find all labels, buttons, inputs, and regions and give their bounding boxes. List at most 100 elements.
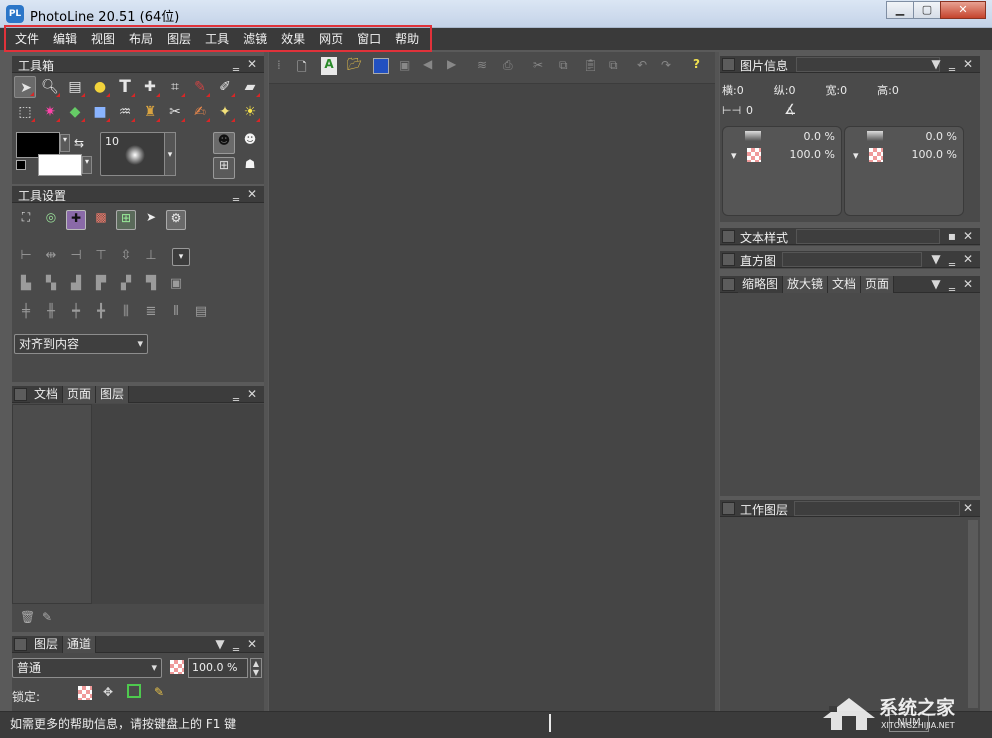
smudge-tool-icon[interactable]: ♒ (114, 101, 136, 123)
back-icon[interactable]: ◀ (423, 57, 432, 71)
zoom-tool-icon[interactable]: 🔍︎ (39, 76, 61, 98)
path-tool-icon[interactable]: ✚ (139, 76, 161, 98)
maximize-button[interactable]: ▢ (913, 1, 941, 19)
align-left-icon[interactable]: ⊢ (16, 248, 36, 268)
distribute-top-icon[interactable]: ▛ (91, 276, 111, 296)
opacity-stepper[interactable]: ▲ ▼ (250, 658, 262, 678)
dodge-tool-icon[interactable]: ✦ (214, 101, 236, 123)
panel-grip[interactable] (722, 230, 735, 243)
gear-icon[interactable]: ⚙ (166, 210, 186, 230)
equal-h-icon[interactable]: ⫼ (116, 304, 136, 324)
close-icon[interactable]: ✕ (244, 636, 260, 652)
panel-grip[interactable] (14, 388, 27, 401)
blend-mode-select[interactable]: 普通 (12, 658, 162, 678)
tab-document[interactable]: 文档 (30, 386, 64, 403)
help-pointer-icon[interactable]: ? (693, 57, 700, 71)
minimize-icon[interactable]: ‗ (228, 186, 244, 202)
minimize-icon[interactable]: ‗ (228, 636, 244, 652)
default-colors-icon[interactable] (16, 160, 26, 170)
equal-v-icon[interactable]: ≣ (141, 304, 161, 324)
transform-icon[interactable]: ⛶ (16, 210, 36, 230)
minimize-button[interactable]: ▁ (886, 1, 914, 19)
close-icon[interactable]: ✕ (960, 500, 976, 516)
align-top-icon[interactable]: ⊤ (91, 248, 111, 268)
panel-grip[interactable] (722, 58, 735, 71)
fullscreen-mode-icon[interactable]: ☗ (239, 157, 261, 179)
tab-layers[interactable]: 图层 (30, 636, 64, 653)
close-icon[interactable]: ✕ (960, 228, 976, 244)
close-button[interactable]: ✕ (940, 1, 986, 19)
panel-grip[interactable] (722, 278, 735, 291)
light-tool-icon[interactable]: ☀ (239, 101, 261, 123)
left-splitter[interactable] (264, 52, 268, 711)
lock-position-icon[interactable]: ✥ (103, 685, 113, 699)
close-icon[interactable]: ✕ (960, 56, 976, 72)
copy-icon[interactable]: ⧉ (559, 58, 568, 73)
swap-colors-icon[interactable]: ⇆ (74, 136, 92, 150)
new-document-icon[interactable]: 🗋 (297, 58, 307, 79)
eraser-tool-icon[interactable]: ▰ (239, 76, 261, 98)
color-card-2[interactable]: 0.0 % ▾ 100.0 % (844, 126, 964, 216)
equal-size-icon[interactable]: ⫴ (166, 304, 186, 324)
quick-mask-icon[interactable]: ☻ (239, 132, 261, 154)
close-icon[interactable]: ✕ (960, 251, 976, 267)
redo-icon[interactable]: ↷ (661, 58, 671, 72)
gradient-tool-icon[interactable]: ■ (89, 101, 111, 123)
forward-icon[interactable]: ▶ (447, 57, 456, 71)
tab-document[interactable]: 文档 (828, 276, 862, 293)
workspace-canvas[interactable] (269, 84, 715, 711)
lock-transparency-icon[interactable] (78, 686, 92, 700)
save-icon[interactable]: ▣ (399, 58, 410, 72)
distribute-bottom-icon[interactable]: ▜ (141, 276, 161, 296)
minimize-icon[interactable]: ‗ (944, 276, 960, 292)
minimize-icon[interactable]: ‗ (228, 56, 244, 72)
edit-icon[interactable]: ✎ (42, 610, 52, 624)
maximize-icon[interactable]: ▪ (944, 228, 960, 244)
close-icon[interactable]: ✕ (244, 386, 260, 402)
paste-icon[interactable]: 📋︎ (583, 58, 598, 72)
tab-layer[interactable]: 图层 (96, 386, 130, 403)
minimize-icon[interactable]: ‗ (228, 386, 244, 402)
minimize-icon[interactable]: ‗ (944, 56, 960, 72)
document-list[interactable] (12, 404, 92, 604)
menu-arrow-icon[interactable]: ▼ (928, 251, 944, 267)
magic-wand-tool-icon[interactable]: ✷ (39, 101, 61, 123)
print-icon[interactable]: ⎙ (503, 58, 513, 73)
clone-stamp-tool-icon[interactable]: ♜ (139, 101, 161, 123)
minimize-icon[interactable]: ‗ (944, 251, 960, 267)
tab-page[interactable]: 页面 (63, 386, 97, 403)
pencil-tool-icon[interactable]: ✐ (214, 76, 236, 98)
align-target-select[interactable]: 对齐到内容 (14, 334, 148, 354)
distribute-right-icon[interactable]: ▟ (66, 276, 86, 296)
cut-icon[interactable]: ✂ (533, 58, 543, 72)
select-tool-icon[interactable]: ➤ (14, 76, 36, 98)
retouch-tool-icon[interactable]: ✂ (164, 101, 186, 123)
grid-icon[interactable]: ⊞ (116, 210, 136, 230)
color-card-1[interactable]: 0.0 % ▾ 100.0 % (722, 126, 842, 216)
menu-arrow-icon[interactable]: ▼ (928, 276, 944, 292)
close-icon[interactable]: ✕ (244, 186, 260, 202)
undo-icon[interactable]: ↶ (637, 58, 647, 72)
distribute-box-icon[interactable]: ▣ (166, 276, 186, 296)
add-icon[interactable]: ✚ (66, 210, 86, 230)
space-v-icon[interactable]: ┿ (66, 304, 86, 324)
align-center-h-icon[interactable]: ⇹ (41, 248, 61, 268)
equal-box-icon[interactable]: ▤ (191, 304, 211, 324)
chevron-down-icon[interactable]: ▾ (82, 156, 92, 174)
toolbar-grip[interactable]: ⁞ (277, 58, 281, 72)
chevron-down-icon[interactable]: ▾ (853, 149, 859, 162)
distribute-center-icon[interactable]: ▚ (41, 276, 61, 296)
right-splitter[interactable] (715, 52, 719, 711)
tab-channels[interactable]: 通道 (63, 636, 97, 653)
fill-tool-icon[interactable]: ◆ (64, 101, 86, 123)
align-middle-icon[interactable]: ⇳ (116, 248, 136, 268)
cursor-icon[interactable]: ➤ (141, 210, 161, 230)
menu-arrow-icon[interactable]: ▼ (212, 636, 228, 652)
image-icon[interactable]: ▩ (91, 210, 111, 230)
open-folder-icon[interactable]: 📂︎ (347, 57, 362, 71)
new-text-icon[interactable]: A (321, 57, 337, 75)
scrollbar[interactable] (968, 520, 978, 708)
lock-paint-icon[interactable]: ✎ (154, 685, 164, 699)
screen-mode-icon[interactable]: ⊞ (213, 157, 235, 179)
chevron-down-icon[interactable]: ▾ (60, 134, 70, 152)
